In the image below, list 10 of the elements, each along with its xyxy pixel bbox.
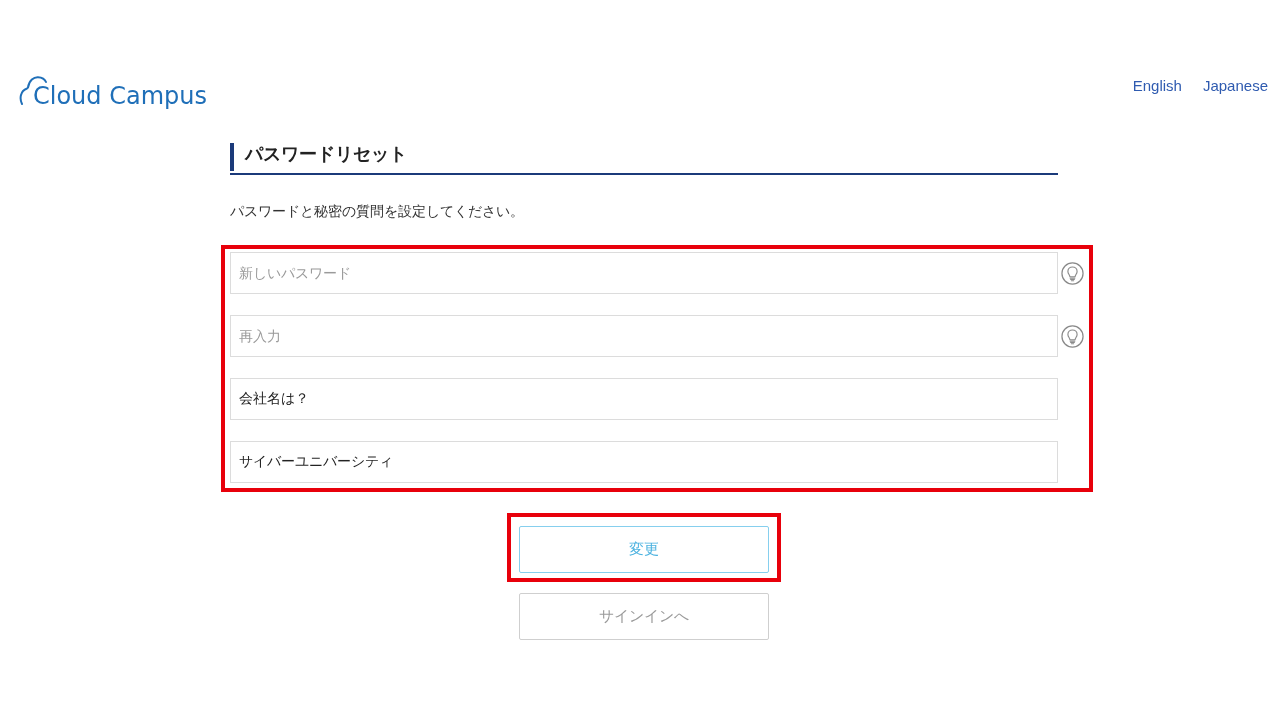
- language-link[interactable]: Japanese: [1202, 77, 1268, 94]
- logo-text: Cloud Campus: [33, 82, 207, 110]
- description-text: パスワードと秘密の質問を設定してください。: [230, 202, 525, 221]
- input-field[interactable]: 会社名は？: [230, 378, 1058, 420]
- language-link[interactable]: English: [1132, 77, 1182, 94]
- input-field[interactable]: 新しいパスワード: [230, 252, 1058, 294]
- lightbulb-icon[interactable]: [1061, 324, 1084, 348]
- input-field[interactable]: サイバーユニバーシティ: [230, 441, 1058, 483]
- input-field[interactable]: 再入力: [230, 315, 1058, 357]
- lightbulb-icon[interactable]: [1061, 261, 1084, 285]
